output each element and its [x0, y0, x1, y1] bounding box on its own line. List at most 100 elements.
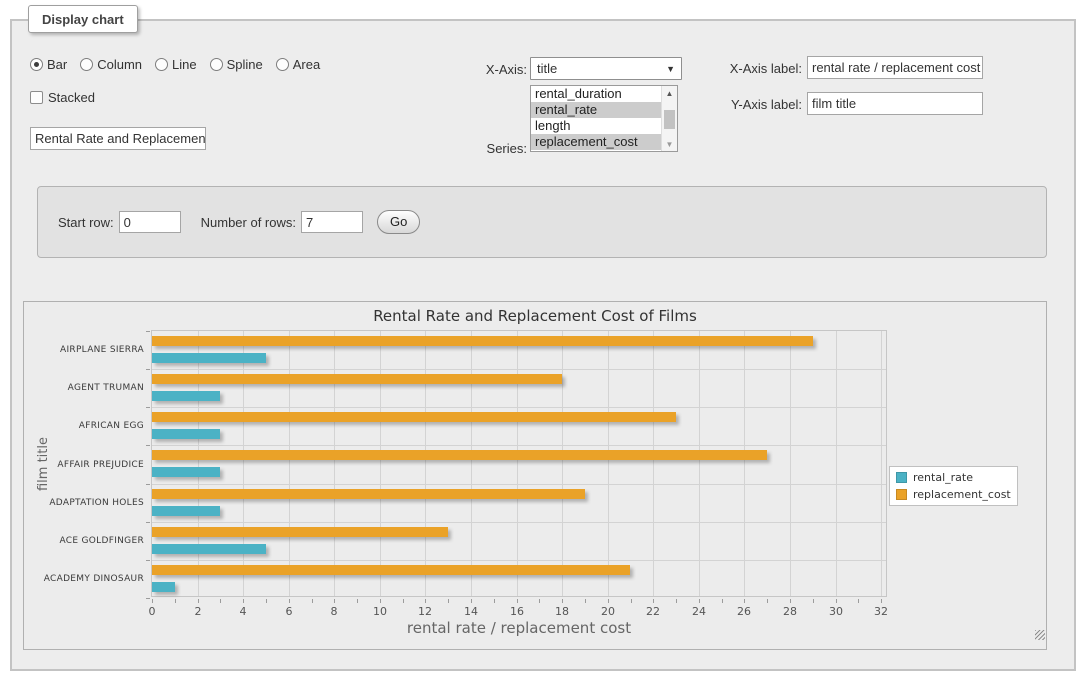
chart-panel: Rental Rate and Replacement Cost of Film… [23, 301, 1047, 650]
gridline-y-4 [152, 484, 886, 485]
x-tick-label: 26 [729, 605, 759, 618]
go-button[interactable]: Go [377, 210, 420, 234]
num-rows-label: Number of rows: [201, 215, 296, 230]
chevron-down-icon: ▼ [666, 64, 675, 74]
y-tick-mark [146, 598, 150, 599]
resize-handle-icon[interactable] [1035, 630, 1045, 640]
x-axis-select[interactable]: title ▼ [530, 57, 682, 80]
gridline-x-10 [380, 331, 381, 596]
x-tick-mark [813, 599, 814, 603]
y-axis-label-label: Y-Axis label: [712, 97, 802, 112]
chart-type-bar[interactable]: Bar [30, 57, 67, 72]
chart-type-line[interactable]: Line [155, 57, 197, 72]
bar-replacement_cost-5 [152, 527, 448, 537]
series-multiselect[interactable]: rental_durationrental_ratelengthreplacem… [530, 85, 678, 152]
bar-replacement_cost-3 [152, 450, 767, 460]
y-axis-label-input[interactable]: film title [807, 92, 983, 115]
series-option-length[interactable]: length [531, 118, 661, 134]
y-tick-label: ADAPTATION HOLES [24, 498, 144, 508]
scrollbar-track[interactable] [662, 100, 677, 137]
chart-type-spline[interactable]: Spline [210, 57, 263, 72]
x-tick-mark [517, 599, 518, 603]
bar-rental_rate-1 [152, 391, 220, 401]
x-tick-label: 18 [547, 605, 577, 618]
x-tick-mark [266, 599, 267, 603]
gridline-x-26 [744, 331, 745, 596]
radio-icon[interactable] [80, 58, 93, 71]
chart-title-input[interactable]: Rental Rate and Replacement Cost of Film… [30, 127, 206, 150]
chart-title: Rental Rate and Replacement Cost of Film… [24, 307, 1046, 325]
x-tick-mark [539, 599, 540, 603]
x-tick-mark [471, 599, 472, 603]
x-tick-mark [175, 599, 176, 603]
x-tick-mark [403, 599, 404, 603]
gridline-y-3 [152, 445, 886, 446]
legend-swatch [896, 489, 907, 500]
bar-rental_rate-4 [152, 506, 220, 516]
x-tick-label: 6 [274, 605, 304, 618]
start-row-input[interactable]: 0 [119, 211, 181, 233]
chart-type-column[interactable]: Column [80, 57, 142, 72]
x-tick-label: 32 [866, 605, 896, 618]
chart-type-radios: Bar Column Line Spline Area [30, 56, 320, 72]
start-row-label: Start row: [58, 215, 114, 230]
radio-label: Area [293, 57, 320, 72]
gridline-x-8 [334, 331, 335, 596]
y-tick-mark [146, 445, 150, 446]
x-tick-label: 4 [228, 605, 258, 618]
x-tick-label: 22 [638, 605, 668, 618]
radio-label: Spline [227, 57, 263, 72]
x-tick-mark [152, 599, 153, 603]
gridline-x-14 [471, 331, 472, 596]
y-tick-label: ACADEMY DINOSAUR [24, 574, 144, 584]
series-option-rental_duration[interactable]: rental_duration [531, 86, 661, 102]
legend-label: replacement_cost [913, 488, 1011, 501]
bar-replacement_cost-2 [152, 412, 676, 422]
x-tick-mark [198, 599, 199, 603]
x-tick-mark [608, 599, 609, 603]
y-tick-mark [146, 484, 150, 485]
scrollbar-thumb[interactable] [664, 110, 675, 129]
y-tick-label: AFRICAN EGG [24, 421, 144, 431]
x-axis-select-value: title [537, 61, 557, 76]
series-option-rental_rate[interactable]: rental_rate [531, 102, 661, 118]
gridline-x-2 [198, 331, 199, 596]
x-axis-label-input[interactable]: rental rate / replacement cost [807, 56, 983, 79]
gridline-x-24 [699, 331, 700, 596]
stacked-option[interactable]: Stacked [30, 89, 95, 105]
gridline-y-5 [152, 522, 886, 523]
radio-icon[interactable] [155, 58, 168, 71]
radio-icon[interactable] [210, 58, 223, 71]
radio-icon[interactable] [276, 58, 289, 71]
x-tick-label: 20 [593, 605, 623, 618]
series-select-label: Series: [427, 141, 527, 156]
x-tick-label: 30 [821, 605, 851, 618]
x-axis-label-label: X-Axis label: [712, 61, 802, 76]
x-tick-mark [562, 599, 563, 603]
x-tick-mark [881, 599, 882, 603]
bar-replacement_cost-6 [152, 565, 630, 575]
bar-rental_rate-3 [152, 467, 220, 477]
num-rows-input[interactable]: 7 [301, 211, 363, 233]
y-tick-label: AFFAIR PREJUDICE [24, 460, 144, 470]
series-option-replacement_cost[interactable]: replacement_cost [531, 134, 661, 150]
fieldset-legend: Display chart [28, 5, 138, 33]
bar-replacement_cost-1 [152, 374, 562, 384]
x-tick-label: 28 [775, 605, 805, 618]
gridline-y-2 [152, 407, 886, 408]
x-tick-mark [676, 599, 677, 603]
scroll-up-icon[interactable]: ▲ [662, 86, 677, 100]
scroll-down-icon[interactable]: ▼ [662, 137, 677, 151]
stacked-checkbox[interactable] [30, 91, 43, 104]
x-tick-mark [722, 599, 723, 603]
x-tick-label: 24 [684, 605, 714, 618]
x-tick-mark [312, 599, 313, 603]
radio-label: Line [172, 57, 197, 72]
chart-type-area[interactable]: Area [276, 57, 320, 72]
gridline-x-18 [562, 331, 563, 596]
gridline-x-30 [836, 331, 837, 596]
series-scrollbar[interactable]: ▲ ▼ [661, 86, 677, 151]
y-tick-label: ACE GOLDFINGER [24, 536, 144, 546]
x-tick-mark [836, 599, 837, 603]
radio-icon[interactable] [30, 58, 43, 71]
